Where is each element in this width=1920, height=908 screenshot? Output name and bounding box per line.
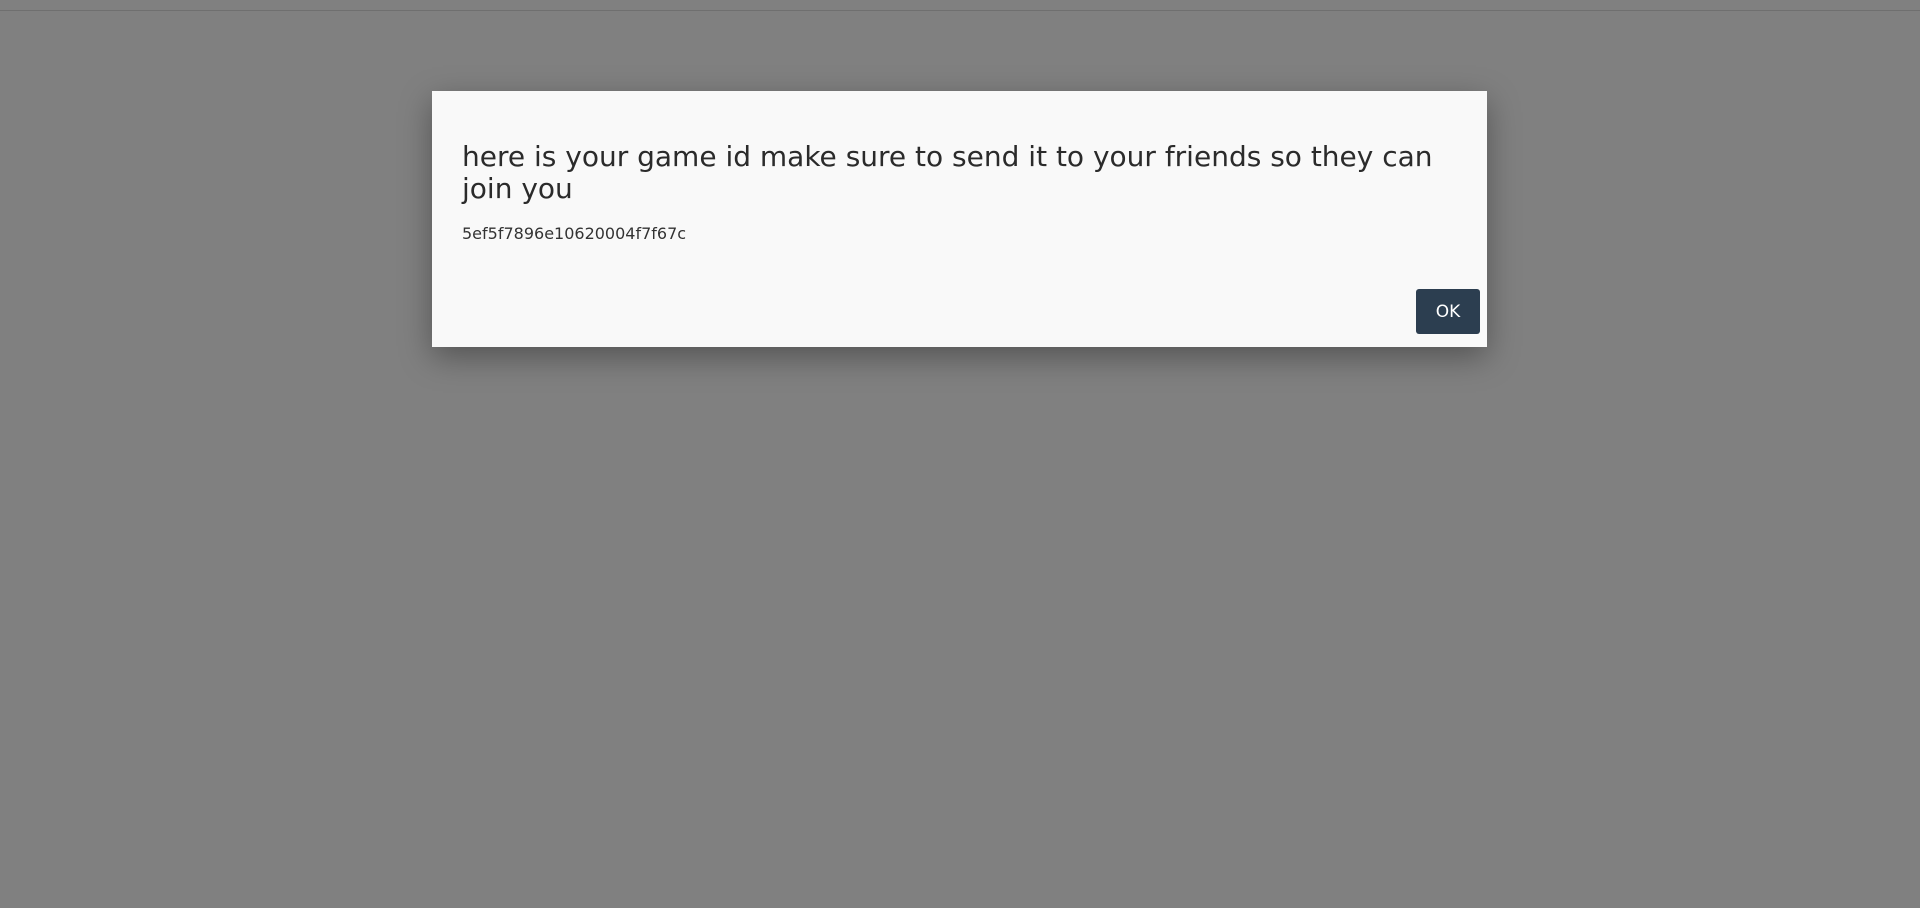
game-id-text: 5ef5f7896e10620004f7f67c bbox=[462, 224, 687, 243]
dialog-title: here is your game id make sure to send i… bbox=[462, 140, 1433, 205]
ok-button[interactable]: OK bbox=[1416, 289, 1480, 334]
modal-backdrop: here is your game id make sure to send i… bbox=[0, 0, 1920, 908]
game-id-dialog: here is your game id make sure to send i… bbox=[432, 91, 1487, 347]
